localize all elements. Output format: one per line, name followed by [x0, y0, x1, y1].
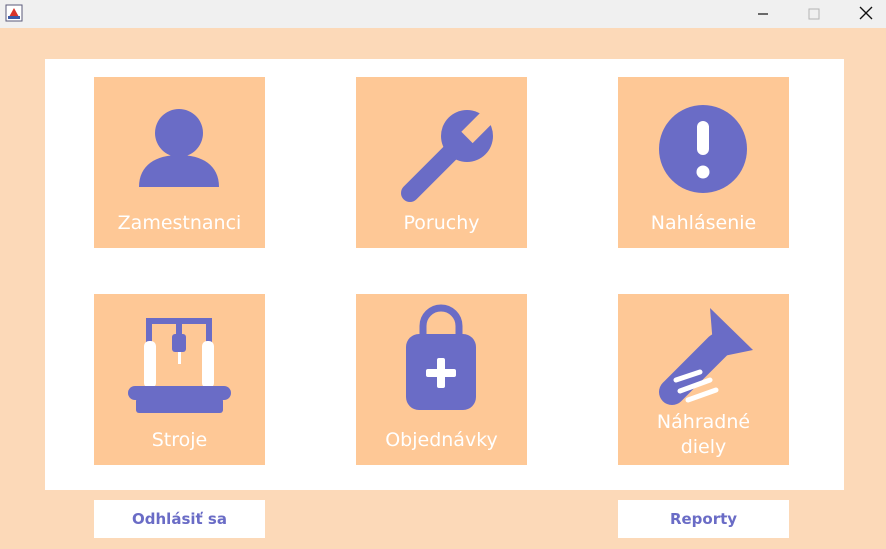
tile-label: Stroje — [151, 429, 208, 451]
minimize-button[interactable] — [740, 0, 786, 28]
tile-nahlasenie[interactable]: Nahlásenie — [618, 77, 789, 248]
tile-label: Poruchy — [403, 212, 480, 234]
main-content: Zamestnanci Poruchy Nahlásenie Stroje Ob… — [0, 28, 886, 549]
tile-label: Nahlásenie — [650, 212, 757, 234]
close-button[interactable] — [843, 0, 886, 28]
close-icon — [859, 5, 873, 24]
reports-button[interactable]: Reporty — [618, 500, 789, 538]
tile-stroje[interactable]: Stroje — [94, 294, 265, 465]
tile-poruchy[interactable]: Poruchy — [356, 77, 527, 248]
logout-button[interactable]: Odhlásiť sa — [94, 500, 265, 538]
tile-label: Objednávky — [385, 429, 498, 451]
maximize-icon — [808, 5, 820, 24]
tile-label-line2: diely — [680, 436, 727, 458]
minimize-icon — [757, 5, 769, 24]
tile-objednavky[interactable]: Objednávky — [356, 294, 527, 465]
tile-zamestnanci[interactable]: Zamestnanci — [94, 77, 265, 248]
tile-nahradne-diely[interactable]: Náhradné diely — [618, 294, 789, 465]
java-app-icon — [5, 4, 23, 22]
maximize-button[interactable] — [791, 0, 837, 28]
tile-label-line1: Náhradné — [656, 411, 751, 433]
title-bar — [0, 0, 886, 28]
tile-label: Zamestnanci — [117, 212, 242, 234]
